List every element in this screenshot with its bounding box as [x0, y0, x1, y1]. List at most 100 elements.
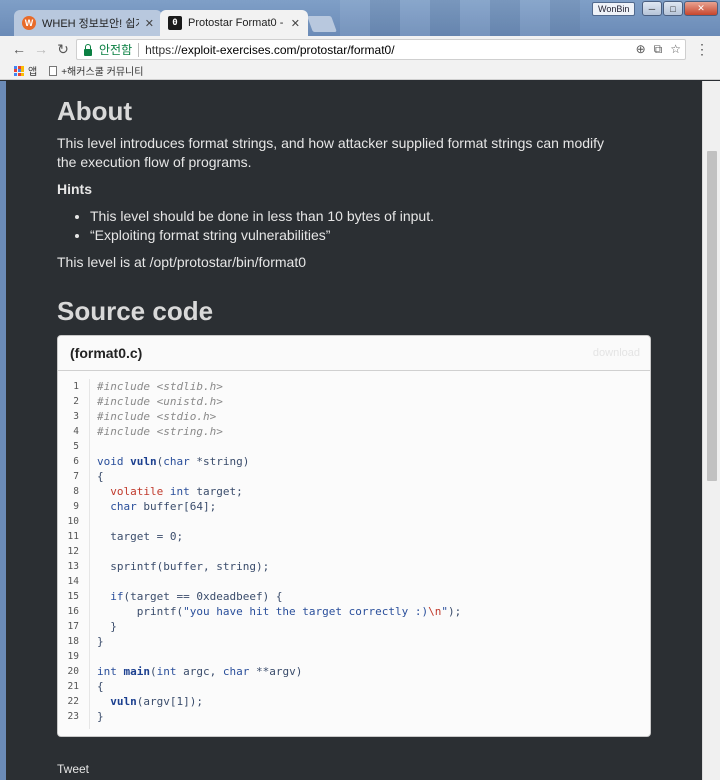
wheh-favicon-icon: W — [22, 16, 36, 30]
line-number: 19 — [67, 651, 79, 662]
tab-title: WHEH 정보보안! 쉽게 이 — [42, 18, 139, 30]
line-number: 4 — [73, 426, 79, 437]
binary-location: This level is at /opt/protostar/bin/form… — [57, 254, 306, 270]
forward-arrow-icon[interactable]: → — [32, 40, 50, 58]
line-number: 3 — [73, 411, 79, 422]
code-line: } — [97, 635, 104, 648]
line-number: 18 — [67, 636, 79, 647]
tab-close-icon[interactable]: ✕ — [145, 17, 154, 30]
close-window-button[interactable]: ✕ — [684, 1, 718, 16]
code-body: 1 2 3 4 5 6 7 8 9 10 11 12 13 14 15 16 17 18 19 20 21 22 23 #i… — [58, 371, 650, 736]
tab-close-icon[interactable]: ✕ — [291, 17, 300, 30]
code-block: (format0.c) download 1 2 3 4 5 6 7 8 9 10 11 12 13 14… — [57, 335, 651, 737]
vertical-scrollbar[interactable] — [702, 81, 720, 780]
page-viewport: About This level introduces format strin… — [6, 81, 702, 780]
hint-item-link[interactable]: “Exploiting format string vulnerabilitie… — [90, 226, 434, 245]
code-line: } — [97, 620, 117, 633]
scrollbar-thumb[interactable] — [707, 151, 717, 481]
back-arrow-icon[interactable]: ← — [10, 40, 28, 58]
line-number: 15 — [67, 591, 79, 602]
line-number: 21 — [67, 681, 79, 692]
line-number: 12 — [67, 546, 79, 557]
source-code-heading: Source code — [57, 296, 214, 326]
intro-paragraph: This level introduces format strings, an… — [57, 135, 605, 170]
tab-title: Protostar Format0 - Expl — [188, 17, 285, 29]
code-line: if(target == 0xdeadbeef) { — [110, 590, 283, 603]
bookmark-hackerschool[interactable]: +해커스쿨 커뮤니티 — [61, 63, 143, 78]
code-line: #include <unistd.h> — [97, 395, 223, 408]
code-header: (format0.c) download — [58, 336, 650, 371]
line-number-gutter: 1 2 3 4 5 6 7 8 9 10 11 12 13 14 15 16 17 18 19 20 21 22 23 — [58, 379, 90, 729]
line-number: 14 — [67, 576, 79, 587]
new-tab-button[interactable] — [307, 16, 337, 32]
line-number: 6 — [73, 456, 79, 467]
zoom-icon[interactable]: ⊕ — [636, 42, 646, 57]
bookmark-apps-label[interactable]: 앱 — [28, 63, 37, 78]
bookmarks-bar: 앱 +해커스쿨 커뮤니티 — [0, 62, 720, 80]
line-number: 16 — [67, 606, 79, 617]
code-line: void vuln(char *string) — [97, 455, 250, 468]
code-line: { — [97, 470, 104, 483]
window-titlebar: W WHEH 정보보안! 쉽게 이 ✕ 0 Protostar Format0 … — [0, 0, 720, 36]
reload-icon[interactable]: ↻ — [54, 40, 72, 58]
hints-list: This level should be done in less than 1… — [90, 207, 434, 245]
code-line: } — [97, 710, 104, 723]
line-number: 8 — [73, 486, 79, 497]
code-line: #include <stdlib.h> — [97, 380, 223, 393]
url-scheme: https:// — [145, 42, 182, 57]
line-number: 13 — [67, 561, 79, 572]
maximize-button[interactable]: □ — [663, 1, 683, 16]
code-line: volatile int target; — [110, 485, 243, 498]
lock-icon — [83, 43, 93, 56]
code-lines: #include <stdlib.h> #include <unistd.h> #i… — [97, 379, 461, 724]
line-number: 17 — [67, 621, 79, 632]
line-number: 11 — [67, 531, 79, 542]
line-number: 2 — [73, 396, 79, 407]
code-line: #include <stdio.h> — [97, 410, 217, 423]
line-number: 20 — [67, 666, 79, 677]
code-line: target = 0; — [97, 530, 184, 543]
download-link[interactable]: download — [593, 347, 640, 359]
about-heading: About — [57, 96, 133, 126]
line-number: 1 — [73, 381, 79, 392]
minimize-button[interactable]: ─ — [642, 1, 662, 16]
line-number: 23 — [67, 711, 79, 722]
translate-icon[interactable]: ⧉ — [654, 42, 663, 57]
secure-label: 안전함 — [99, 43, 133, 57]
code-line: sprintf(buffer, string); — [97, 560, 270, 573]
tab-protostar-format0[interactable]: 0 Protostar Format0 - Expl ✕ — [160, 10, 308, 36]
url-host-path: exploit-exercises.com/protostar/format0/ — [181, 42, 395, 57]
exploit-exercises-favicon-icon: 0 — [168, 16, 182, 30]
line-number: 5 — [73, 441, 79, 452]
url-text[interactable]: https://exploit-exercises.com/protostar/… — [145, 43, 394, 57]
hints-heading: Hints — [57, 181, 92, 197]
code-line: char buffer[64]; — [110, 500, 217, 513]
page-icon — [49, 65, 58, 76]
code-filename: (format0.c) — [70, 345, 143, 361]
omnibox-divider — [138, 42, 140, 57]
tab-wheh[interactable]: W WHEH 정보보안! 쉽게 이 ✕ — [14, 10, 162, 36]
line-number: 22 — [67, 696, 79, 707]
line-number: 7 — [73, 471, 79, 482]
code-line: #include <string.h> — [97, 425, 223, 438]
code-line: int main(int argc, char **argv) — [97, 665, 303, 678]
hint-item: This level should be done in less than 1… — [90, 207, 434, 226]
line-number: 9 — [73, 501, 79, 512]
apps-grid-icon[interactable] — [14, 65, 24, 76]
browser-menu-icon[interactable]: ⋮ — [694, 41, 710, 58]
line-number: 10 — [67, 516, 79, 527]
address-bar[interactable]: 안전함 https://exploit-exercises.com/protos… — [76, 39, 686, 60]
tweet-link[interactable]: Tweet — [57, 762, 89, 776]
code-line: vuln(argv[1]); — [110, 695, 203, 708]
omnibox-actions: ⊕ ⧉ ☆ — [636, 42, 681, 57]
titlebar-background — [340, 0, 580, 36]
profile-user-badge[interactable]: WonBin — [592, 2, 636, 16]
code-line: { — [97, 680, 104, 693]
bookmark-star-icon[interactable]: ☆ — [670, 42, 681, 57]
browser-toolbar: ← → ↻ 안전함 https://exploit-exercises.com/… — [0, 36, 720, 62]
